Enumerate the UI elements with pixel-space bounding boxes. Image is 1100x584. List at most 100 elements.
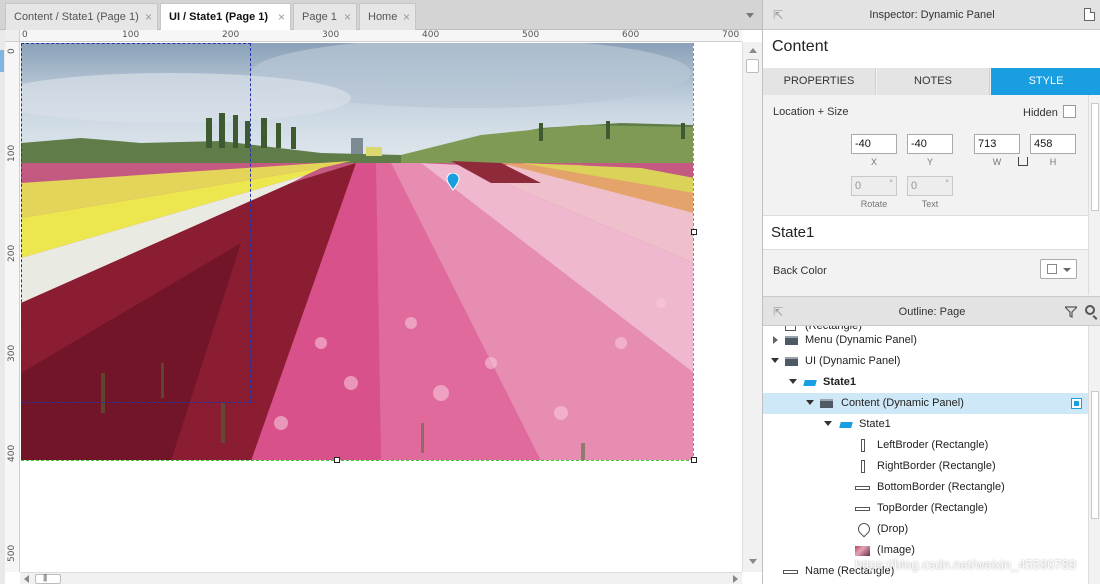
scroll-thumb[interactable] [746, 59, 759, 73]
scroll-up-icon[interactable] [749, 48, 757, 53]
degree-symbol: ° [945, 178, 949, 188]
expand-arrow-icon[interactable] [773, 336, 778, 344]
canvas-vertical-scrollbar[interactable] [742, 42, 762, 572]
tree-row-label: UI (Dynamic Panel) [805, 355, 901, 367]
inspector-scrollbar[interactable] [1088, 95, 1100, 295]
resize-handle-bottom[interactable] [334, 457, 340, 463]
rect-horizontal-icon [783, 570, 798, 574]
outline-header-title: Outline: Page [898, 306, 966, 318]
x-input[interactable]: -40 [851, 134, 897, 154]
collapse-arrow-icon[interactable]: ⇱ [773, 0, 783, 30]
rect-vertical-icon [861, 460, 865, 473]
tab-list-dropdown-icon[interactable] [746, 13, 754, 18]
watermark-text: https://blog.csdn.net/weixin_45590789 [855, 557, 1077, 572]
hidden-label: Hidden [1023, 107, 1058, 119]
horizontal-ruler: 0 100 200 300 400 500 600 700 [20, 30, 742, 42]
flower-field-image[interactable] [21, 43, 694, 461]
page-notes-icon[interactable] [1084, 8, 1095, 21]
scroll-down-icon[interactable] [749, 559, 757, 564]
ruler-label: 400 [7, 444, 17, 462]
drop-pin-icon[interactable] [446, 172, 460, 194]
rect-horizontal-icon [855, 486, 870, 490]
degree-symbol: ° [889, 178, 893, 188]
tab-ui-state1[interactable]: UI / State1 (Page 1) × [160, 3, 291, 31]
resize-handle-bottom-right[interactable] [691, 457, 697, 463]
ruler-label: 100 [122, 30, 140, 40]
height-input[interactable]: 458 [1030, 134, 1076, 154]
close-icon[interactable]: × [145, 4, 152, 30]
collapse-arrow-icon[interactable] [771, 358, 779, 363]
tree-row-label: TopBorder (Rectangle) [877, 502, 988, 514]
vertical-ruler: 0 100 200 300 400 500 [5, 42, 20, 572]
tab-page1[interactable]: Page 1 × [293, 3, 357, 30]
collapse-arrow-icon[interactable] [824, 421, 832, 426]
tree-row[interactable]: TopBorder (Rectangle) [763, 498, 1088, 519]
filter-icon[interactable] [1065, 306, 1077, 318]
scroll-thumb[interactable] [1091, 103, 1099, 211]
ruler-label: 0 [7, 48, 17, 54]
hidden-checkbox[interactable] [1063, 105, 1076, 118]
chevron-down-icon [1063, 268, 1071, 272]
outline-header: ⇱ Outline: Page [763, 296, 1100, 326]
ruler-label: 300 [7, 344, 17, 362]
text-rotate-input[interactable]: 0 ° [907, 176, 953, 196]
search-icon[interactable] [1085, 305, 1095, 315]
tree-row-selected[interactable]: Content (Dynamic Panel) [763, 393, 1088, 414]
text-caption: Text [921, 199, 939, 209]
tree-row[interactable]: RightBorder (Rectangle) [763, 456, 1088, 477]
y-input[interactable]: -40 [907, 134, 953, 154]
design-canvas[interactable] [21, 43, 742, 571]
ruler-label: 500 [7, 544, 17, 562]
tab-properties[interactable]: PROPERTIES [763, 68, 876, 95]
tree-row-label: (Drop) [877, 523, 909, 535]
h-caption: H [1049, 157, 1057, 167]
tree-row[interactable]: UI (Dynamic Panel) [763, 351, 1088, 372]
tree-row[interactable]: State1 [763, 372, 1088, 393]
selected-indicator-icon[interactable] [1071, 398, 1082, 409]
rotate-input[interactable]: 0 ° [851, 176, 897, 196]
back-color-picker[interactable] [1040, 259, 1077, 279]
close-icon[interactable]: × [344, 4, 351, 30]
close-icon[interactable]: × [278, 4, 285, 30]
y-caption: Y [926, 157, 933, 167]
document-tab-bar: Content / State1 (Page 1) × UI / State1 … [0, 0, 762, 31]
color-swatch-icon [1047, 264, 1057, 274]
tree-row[interactable]: LeftBroder (Rectangle) [763, 435, 1088, 456]
ruler-label: 200 [222, 30, 240, 40]
scroll-left-icon[interactable] [24, 575, 29, 583]
tree-row[interactable]: BottomBorder (Rectangle) [763, 477, 1088, 498]
dynamic-panel-icon [785, 357, 798, 366]
canvas-horizontal-scrollbar[interactable] [20, 572, 742, 584]
tree-row[interactable]: State1 [763, 414, 1088, 435]
scroll-right-icon[interactable] [733, 575, 738, 583]
collapse-arrow-icon[interactable] [789, 379, 797, 384]
gutter-marker [0, 50, 4, 72]
scroll-thumb[interactable] [35, 573, 61, 584]
dynamic-panel-icon [820, 399, 833, 408]
tab-label: Page 1 [302, 11, 337, 23]
collapse-arrow-icon[interactable] [806, 400, 814, 405]
resize-handle-right[interactable] [691, 229, 697, 235]
ruler-label: 600 [622, 30, 640, 40]
aspect-lock-icon[interactable] [1018, 157, 1028, 166]
widget-name[interactable]: Content [772, 38, 828, 56]
right-panels: ⇱ Inspector: Dynamic Panel Content PROPE… [762, 0, 1100, 584]
tab-content-state1[interactable]: Content / State1 (Page 1) × [5, 3, 158, 30]
scroll-thumb[interactable] [1091, 391, 1099, 519]
tree-row[interactable]: Menu (Dynamic Panel) [763, 330, 1088, 351]
collapse-arrow-icon[interactable]: ⇱ [773, 297, 783, 327]
ruler-label: 500 [522, 30, 540, 40]
outline-scrollbar[interactable] [1088, 326, 1100, 584]
outline-tree: (Rectangle) Menu (Dynamic Panel) UI (Dyn… [763, 326, 1088, 584]
style-properties: Location + Size Hidden -40 -40 713 458 X… [763, 95, 1088, 295]
tree-row[interactable]: (Drop) [763, 519, 1088, 540]
tab-home[interactable]: Home × [359, 3, 416, 30]
width-input[interactable]: 713 [974, 134, 1020, 154]
tab-notes[interactable]: NOTES [877, 68, 990, 95]
x-caption: X [870, 157, 877, 167]
tab-style[interactable]: STYLE [991, 68, 1100, 95]
rotate-value: 0 [855, 180, 862, 192]
rect-vertical-icon [861, 439, 865, 452]
tree-row-label: State1 [823, 376, 857, 388]
close-icon[interactable]: × [403, 4, 410, 30]
